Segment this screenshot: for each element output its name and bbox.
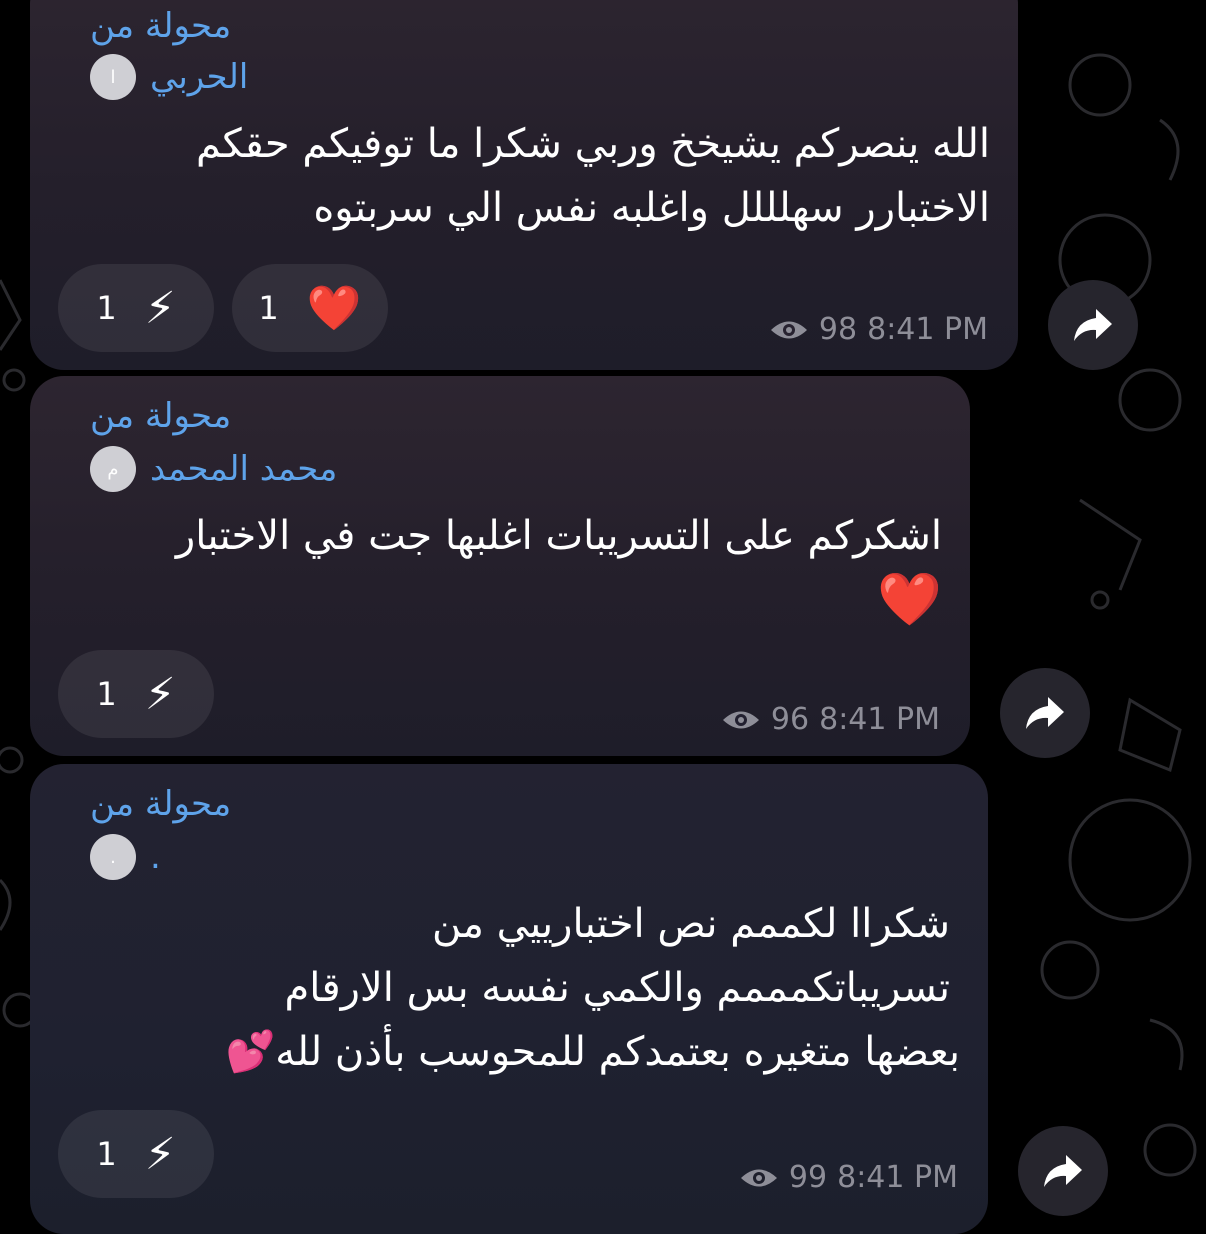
message-text: الله ينصركم يشيخخ وربي شكرا ما توفيكم حق… <box>195 121 990 231</box>
message-bubble-2[interactable]: محولة من م محمد المحمد اشكركم على التسري… <box>30 376 970 756</box>
view-count: 99 <box>788 1160 828 1195</box>
forwarded-from-label: محولة من <box>90 6 232 46</box>
reaction-lightning[interactable]: 1 ⚡ <box>58 264 214 352</box>
reaction-count: 1 <box>96 289 117 327</box>
share-button[interactable] <box>1000 668 1090 758</box>
sender-avatar[interactable]: . <box>90 834 136 880</box>
message-meta: 99 8:41 PM <box>739 1160 958 1195</box>
lightning-emoji-icon: ⚡ <box>144 282 176 334</box>
share-arrow-icon <box>1044 1155 1082 1187</box>
message-bubble-1[interactable]: محولة من ا الحربي الله ينصركم يشيخخ وربي… <box>30 0 1018 370</box>
forwarded-sender[interactable]: م محمد المحمد <box>90 446 337 492</box>
eye-icon <box>770 321 807 338</box>
share-arrow-icon <box>1074 309 1112 341</box>
lightning-emoji-icon: ⚡ <box>144 668 176 720</box>
message-bubble-3[interactable]: محولة من . . شكراا لكممم نص اختبارييي من… <box>30 764 988 1234</box>
view-count: 98 <box>818 312 858 347</box>
reaction-count: 1 <box>96 675 117 713</box>
lightning-emoji-icon: ⚡ <box>144 1128 176 1180</box>
reaction-heart[interactable]: 1 ❤️ <box>232 264 388 352</box>
red-heart-emoji-icon: ❤️ <box>306 283 362 334</box>
forwarded-sender[interactable]: . . <box>90 834 161 880</box>
sender-name[interactable]: الحربي <box>150 57 248 97</box>
share-button[interactable] <box>1048 280 1138 370</box>
message-meta: 96 8:41 PM <box>721 702 940 737</box>
sender-avatar[interactable]: ا <box>90 54 136 100</box>
reaction-count: 1 <box>96 1135 117 1173</box>
message-text: شكراا لكممم نص اختبارييي من تسريباتكمممم… <box>225 901 960 1075</box>
share-button[interactable] <box>1018 1126 1108 1216</box>
message-time: 8:41 PM <box>837 1160 958 1195</box>
reaction-count: 1 <box>258 289 279 327</box>
view-count: 96 <box>770 702 810 737</box>
share-arrow-icon <box>1026 697 1064 729</box>
forwarded-from-label: محولة من <box>90 784 232 824</box>
eye-icon <box>740 1169 777 1186</box>
reaction-lightning[interactable]: 1 ⚡ <box>58 1110 214 1198</box>
forwarded-from-label: محولة من <box>90 396 232 436</box>
sender-avatar[interactable]: م <box>90 446 136 492</box>
sender-name[interactable]: . <box>150 837 161 877</box>
sender-name[interactable]: محمد المحمد <box>150 449 337 489</box>
reaction-lightning[interactable]: 1 ⚡ <box>58 650 214 738</box>
message-time: 8:41 PM <box>819 702 940 737</box>
message-text: اشكركم على التسريبات اغلبها جت في الاختب… <box>175 513 942 630</box>
message-time: 8:41 PM <box>867 312 988 347</box>
forwarded-sender[interactable]: ا الحربي <box>90 54 248 100</box>
message-meta: 98 8:41 PM <box>769 312 988 347</box>
eye-icon <box>722 711 759 728</box>
